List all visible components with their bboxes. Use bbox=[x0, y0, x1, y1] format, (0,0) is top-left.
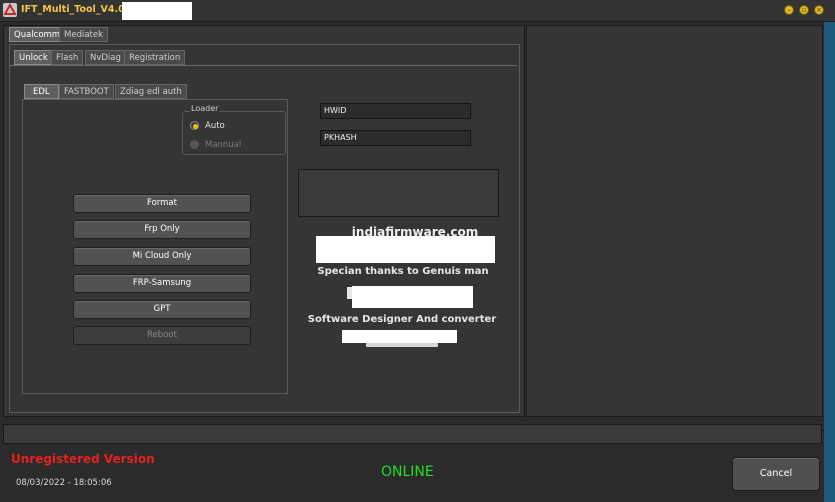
hwid-field[interactable]: HWID bbox=[320, 103, 471, 119]
restore-icon: ▫ bbox=[801, 6, 807, 14]
loader-manual-radio[interactable] bbox=[190, 140, 199, 149]
designer-credit: Software Designer And converter bbox=[307, 314, 497, 325]
info-display-box bbox=[298, 169, 499, 217]
gpt-button[interactable]: GPT bbox=[73, 300, 251, 319]
format-button[interactable]: Format bbox=[73, 194, 251, 213]
tab-nvdiag[interactable]: NvDiag bbox=[85, 50, 126, 65]
loader-group-title: Loader bbox=[190, 104, 220, 113]
progress-bar bbox=[3, 424, 822, 444]
tab-registration[interactable]: Registration bbox=[124, 50, 186, 65]
reboot-button[interactable]: Reboot bbox=[73, 326, 251, 345]
loader-auto-radio[interactable] bbox=[190, 121, 199, 130]
frp-samsung-button[interactable]: FRP-Samsung bbox=[73, 274, 251, 293]
pkhash-field[interactable]: PKHASH bbox=[320, 130, 471, 146]
tab-qualcomm[interactable]: Qualcomm bbox=[9, 27, 66, 42]
cancel-button[interactable]: Cancel bbox=[732, 457, 820, 491]
redacted-block bbox=[122, 2, 192, 20]
loader-manual-label: Mannual bbox=[205, 140, 242, 150]
connection-status: ONLINE bbox=[381, 464, 434, 480]
close-button[interactable]: × bbox=[814, 5, 824, 15]
tab-zdiag-edl-auth[interactable]: Zdiag edl auth bbox=[115, 84, 187, 99]
redacted-block bbox=[342, 330, 457, 343]
restore-button[interactable]: ▫ bbox=[799, 5, 809, 15]
background-window-edge bbox=[824, 22, 835, 502]
mi-cloud-only-button[interactable]: Mi Cloud Only bbox=[73, 247, 251, 266]
close-icon: × bbox=[816, 6, 822, 14]
text-fragment bbox=[366, 343, 438, 347]
thanks-credit: Specian thanks to Genuis man bbox=[317, 266, 489, 277]
log-panel bbox=[526, 25, 823, 417]
app-logo-icon bbox=[3, 3, 17, 17]
minimize-icon: – bbox=[787, 6, 791, 14]
tab-divider bbox=[9, 65, 517, 66]
redacted-block bbox=[352, 286, 473, 308]
tab-flash[interactable]: Flash bbox=[51, 50, 84, 65]
frp-only-button[interactable]: Frp Only bbox=[73, 220, 251, 239]
text-fragment bbox=[347, 287, 352, 299]
date-time: 08/03/2022 - 18:05:06 bbox=[16, 478, 112, 488]
tab-edl[interactable]: EDL bbox=[24, 84, 59, 99]
loader-auto-label: Auto bbox=[205, 121, 225, 131]
tab-mediatek[interactable]: Mediatek bbox=[59, 27, 109, 42]
redacted-block bbox=[316, 236, 495, 263]
tab-fastboot[interactable]: FASTBOOT bbox=[59, 84, 114, 99]
window-title: IFT_Multi_Tool_V4.0( bbox=[21, 4, 130, 15]
registration-status: Unregistered Version bbox=[11, 452, 155, 466]
minimize-button[interactable]: – bbox=[784, 5, 794, 15]
tab-unlock[interactable]: Unlock bbox=[14, 50, 53, 65]
